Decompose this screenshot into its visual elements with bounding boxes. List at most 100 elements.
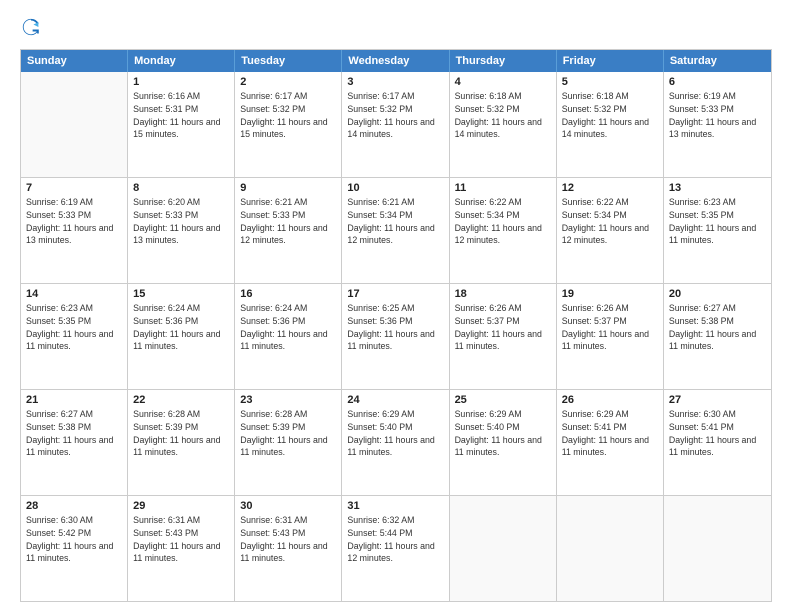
calendar-header-sunday: Sunday <box>21 50 128 72</box>
day-number: 18 <box>455 288 551 300</box>
calendar-cell: 22 Sunrise: 6:28 AMSunset: 5:39 PMDayligh… <box>128 390 235 495</box>
day-info: Sunrise: 6:21 AMSunset: 5:33 PMDaylight:… <box>240 196 336 247</box>
day-info: Sunrise: 6:21 AMSunset: 5:34 PMDaylight:… <box>347 196 443 247</box>
day-number: 21 <box>26 394 122 406</box>
day-info: Sunrise: 6:29 AMSunset: 5:41 PMDaylight:… <box>562 408 658 459</box>
day-number: 7 <box>26 182 122 194</box>
day-number: 10 <box>347 182 443 194</box>
day-number: 1 <box>133 76 229 88</box>
calendar-cell: 2Sunrise: 6:17 AMSunset: 5:32 PMDaylight… <box>235 72 342 177</box>
day-number: 25 <box>455 394 551 406</box>
calendar-cell: 30Sunrise: 6:31 AMSunset: 5:43 PMDayligh… <box>235 496 342 601</box>
day-info: Sunrise: 6:26 AMSunset: 5:37 PMDaylight:… <box>562 302 658 353</box>
day-number: 12 <box>562 182 658 194</box>
logo-icon <box>22 18 40 36</box>
day-info: Sunrise: 6:24 AMSunset: 5:36 PMDaylight:… <box>240 302 336 353</box>
calendar: SundayMondayTuesdayWednesdayThursdayFrid… <box>20 49 772 602</box>
day-info: Sunrise: 6:25 AMSunset: 5:36 PMDaylight:… <box>347 302 443 353</box>
day-number: 22 <box>133 394 229 406</box>
day-info: Sunrise: 6:18 AMSunset: 5:32 PMDaylight:… <box>455 90 551 141</box>
calendar-header-thursday: Thursday <box>450 50 557 72</box>
calendar-cell <box>450 496 557 601</box>
calendar-header-monday: Monday <box>128 50 235 72</box>
day-info: Sunrise: 6:16 AMSunset: 5:31 PMDaylight:… <box>133 90 229 141</box>
day-number: 5 <box>562 76 658 88</box>
logo <box>20 18 42 41</box>
calendar-header-wednesday: Wednesday <box>342 50 449 72</box>
calendar-cell: 7 Sunrise: 6:19 AMSunset: 5:33 PMDaylight… <box>21 178 128 283</box>
calendar-cell: 6 Sunrise: 6:19 AMSunset: 5:33 PMDaylight… <box>664 72 771 177</box>
calendar-cell: 1 Sunrise: 6:16 AMSunset: 5:31 PMDaylight… <box>128 72 235 177</box>
day-info: Sunrise: 6:23 AMSunset: 5:35 PMDaylight:… <box>26 302 122 353</box>
day-number: 8 <box>133 182 229 194</box>
calendar-cell: 25 Sunrise: 6:29 AMSunset: 5:40 PMDayligh… <box>450 390 557 495</box>
day-number: 4 <box>455 76 551 88</box>
day-number: 27 <box>669 394 766 406</box>
calendar-week-3: 14Sunrise: 6:23 AMSunset: 5:35 PMDayligh… <box>21 283 771 389</box>
day-info: Sunrise: 6:22 AMSunset: 5:34 PMDaylight:… <box>562 196 658 247</box>
page: SundayMondayTuesdayWednesdayThursdayFrid… <box>0 0 792 612</box>
day-info: Sunrise: 6:19 AMSunset: 5:33 PMDaylight:… <box>26 196 122 247</box>
calendar-cell: 20Sunrise: 6:27 AMSunset: 5:38 PMDayligh… <box>664 284 771 389</box>
day-info: Sunrise: 6:18 AMSunset: 5:32 PMDaylight:… <box>562 90 658 141</box>
calendar-cell: 10 Sunrise: 6:21 AMSunset: 5:34 PMDayligh… <box>342 178 449 283</box>
day-info: Sunrise: 6:26 AMSunset: 5:37 PMDaylight:… <box>455 302 551 353</box>
calendar-cell: 16 Sunrise: 6:24 AMSunset: 5:36 PMDayligh… <box>235 284 342 389</box>
day-info: Sunrise: 6:28 AMSunset: 5:39 PMDaylight:… <box>240 408 336 459</box>
day-info: Sunrise: 6:22 AMSunset: 5:34 PMDaylight:… <box>455 196 551 247</box>
day-number: 3 <box>347 76 443 88</box>
day-number: 16 <box>240 288 336 300</box>
calendar-header: SundayMondayTuesdayWednesdayThursdayFrid… <box>21 50 771 72</box>
day-number: 17 <box>347 288 443 300</box>
day-info: Sunrise: 6:29 AMSunset: 5:40 PMDaylight:… <box>347 408 443 459</box>
calendar-cell: 23 Sunrise: 6:28 AMSunset: 5:39 PMDayligh… <box>235 390 342 495</box>
day-info: Sunrise: 6:30 AMSunset: 5:41 PMDaylight:… <box>669 408 766 459</box>
calendar-cell: 19 Sunrise: 6:26 AMSunset: 5:37 PMDayligh… <box>557 284 664 389</box>
calendar-cell: 21Sunrise: 6:27 AMSunset: 5:38 PMDayligh… <box>21 390 128 495</box>
day-info: Sunrise: 6:19 AMSunset: 5:33 PMDaylight:… <box>669 90 766 141</box>
calendar-cell: 31 Sunrise: 6:32 AMSunset: 5:44 PMDayligh… <box>342 496 449 601</box>
day-info: Sunrise: 6:29 AMSunset: 5:40 PMDaylight:… <box>455 408 551 459</box>
calendar-week-5: 28Sunrise: 6:30 AMSunset: 5:42 PMDayligh… <box>21 495 771 601</box>
calendar-cell: 26 Sunrise: 6:29 AMSunset: 5:41 PMDayligh… <box>557 390 664 495</box>
day-number: 23 <box>240 394 336 406</box>
calendar-header-tuesday: Tuesday <box>235 50 342 72</box>
day-number: 11 <box>455 182 551 194</box>
calendar-cell: 9Sunrise: 6:21 AMSunset: 5:33 PMDaylight… <box>235 178 342 283</box>
calendar-cell: 24 Sunrise: 6:29 AMSunset: 5:40 PMDayligh… <box>342 390 449 495</box>
calendar-week-2: 7 Sunrise: 6:19 AMSunset: 5:33 PMDaylight… <box>21 177 771 283</box>
day-info: Sunrise: 6:31 AMSunset: 5:43 PMDaylight:… <box>240 514 336 565</box>
day-number: 2 <box>240 76 336 88</box>
day-number: 15 <box>133 288 229 300</box>
calendar-header-saturday: Saturday <box>664 50 771 72</box>
day-number: 29 <box>133 500 229 512</box>
calendar-cell: 29Sunrise: 6:31 AMSunset: 5:43 PMDayligh… <box>128 496 235 601</box>
day-info: Sunrise: 6:32 AMSunset: 5:44 PMDaylight:… <box>347 514 443 565</box>
day-info: Sunrise: 6:20 AMSunset: 5:33 PMDaylight:… <box>133 196 229 247</box>
calendar-cell: 13 Sunrise: 6:23 AMSunset: 5:35 PMDayligh… <box>664 178 771 283</box>
calendar-cell: 11 Sunrise: 6:22 AMSunset: 5:34 PMDayligh… <box>450 178 557 283</box>
calendar-cell: 8 Sunrise: 6:20 AMSunset: 5:33 PMDaylight… <box>128 178 235 283</box>
day-info: Sunrise: 6:24 AMSunset: 5:36 PMDaylight:… <box>133 302 229 353</box>
calendar-cell: 15 Sunrise: 6:24 AMSunset: 5:36 PMDayligh… <box>128 284 235 389</box>
calendar-cell: 27 Sunrise: 6:30 AMSunset: 5:41 PMDayligh… <box>664 390 771 495</box>
day-info: Sunrise: 6:28 AMSunset: 5:39 PMDaylight:… <box>133 408 229 459</box>
calendar-cell: 17 Sunrise: 6:25 AMSunset: 5:36 PMDayligh… <box>342 284 449 389</box>
header <box>20 18 772 41</box>
day-number: 24 <box>347 394 443 406</box>
calendar-week-1: 1 Sunrise: 6:16 AMSunset: 5:31 PMDaylight… <box>21 72 771 177</box>
calendar-cell <box>21 72 128 177</box>
calendar-cell: 18 Sunrise: 6:26 AMSunset: 5:37 PMDayligh… <box>450 284 557 389</box>
day-number: 20 <box>669 288 766 300</box>
day-number: 31 <box>347 500 443 512</box>
day-info: Sunrise: 6:23 AMSunset: 5:35 PMDaylight:… <box>669 196 766 247</box>
day-info: Sunrise: 6:17 AMSunset: 5:32 PMDaylight:… <box>347 90 443 141</box>
day-number: 13 <box>669 182 766 194</box>
calendar-cell: 3 Sunrise: 6:17 AMSunset: 5:32 PMDaylight… <box>342 72 449 177</box>
day-number: 19 <box>562 288 658 300</box>
day-number: 26 <box>562 394 658 406</box>
calendar-cell <box>557 496 664 601</box>
day-number: 6 <box>669 76 766 88</box>
calendar-cell: 28Sunrise: 6:30 AMSunset: 5:42 PMDayligh… <box>21 496 128 601</box>
day-number: 28 <box>26 500 122 512</box>
